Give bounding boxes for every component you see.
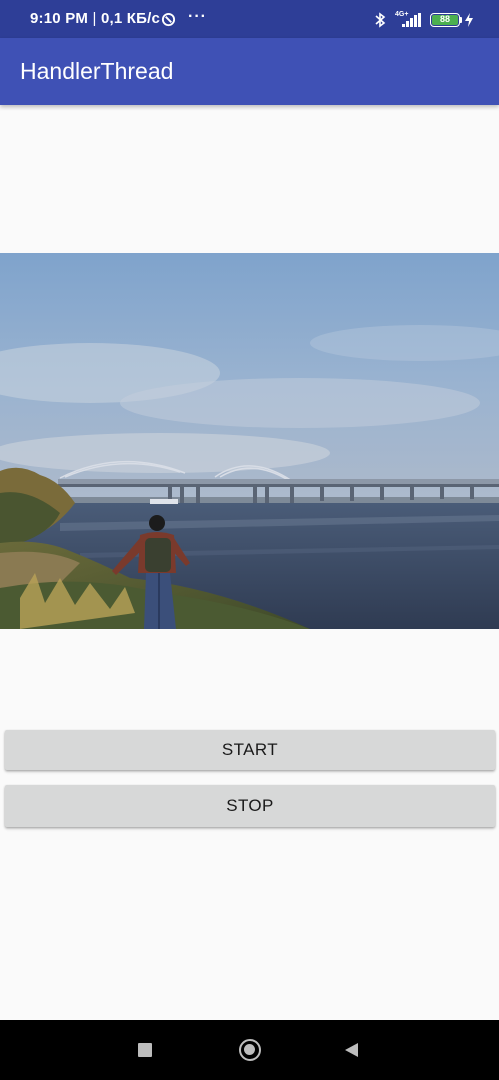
status-time-speed: 9:10 PM | 0,1 КБ/с [30,10,160,27]
battery-cap [460,17,462,23]
data-saver-icon [161,12,176,27]
stop-button[interactable]: STOP [5,785,495,827]
back-triangle-icon[interactable] [343,1042,359,1058]
status-time: 9:10 PM [30,10,89,27]
charging-bolt-icon [465,13,473,27]
start-button[interactable]: START [5,730,495,770]
battery-level: 88 [432,15,458,25]
landscape-photo [0,253,499,629]
battery-icon: 88 [430,13,460,27]
home-circle-icon[interactable] [239,1039,261,1061]
app-bar: HandlerThread [0,38,499,105]
app-title: HandlerThread [20,58,174,84]
bluetooth-icon [375,12,386,28]
status-separator: | [88,10,101,27]
network-speed: 0,1 КБ/с [100,10,161,27]
more-notifications-icon: ··· [188,8,207,25]
navigation-bar [0,1020,499,1080]
signal-icon [402,13,421,27]
recents-square-icon[interactable] [138,1043,152,1057]
status-bar: 9:10 PM | 0,1 КБ/с ··· 4G+ 88 [0,0,499,38]
